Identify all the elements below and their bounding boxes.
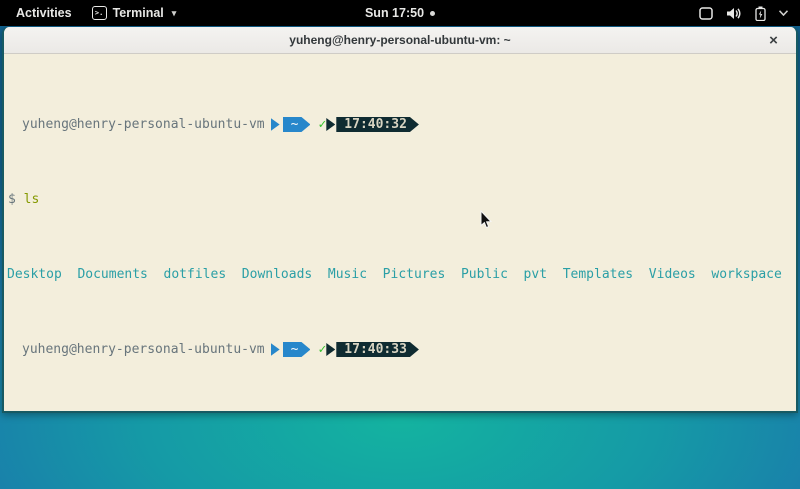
clock[interactable]: Sun 17:50: [365, 6, 424, 20]
terminal-window: yuheng@henry-personal-ubuntu-vm: ~ × yuh…: [2, 27, 798, 413]
terminal-content[interactable]: yuheng@henry-personal-ubuntu-vm ~ ✓ 17:4…: [4, 54, 796, 410]
powerline-arrow-icon: [326, 343, 335, 356]
command-line: $ ls: [4, 192, 796, 207]
notification-dot: [430, 11, 435, 16]
prompt-host: yuheng@henry-personal-ubuntu-vm: [22, 342, 265, 357]
activities-button[interactable]: Activities: [10, 4, 78, 22]
top-bar: Activities >. Terminal ▾ Sun 17:50: [0, 0, 800, 26]
typed-command: ls: [24, 192, 40, 207]
ls-output: Desktop Documents dotfiles Downloads Mus…: [4, 267, 796, 282]
cwd-segment: ~: [283, 342, 311, 357]
battery-charging-icon: [755, 6, 766, 21]
prompt-symbol: $: [8, 192, 24, 207]
volume-icon: [726, 7, 742, 20]
time-segment: 17:40:33: [336, 342, 419, 357]
powerline-arrow-icon: [271, 118, 280, 131]
app-menu-label: Terminal: [113, 6, 164, 20]
terminal-icon: >.: [92, 6, 107, 20]
screen-icon: [699, 7, 713, 20]
status-check-icon: ✓: [318, 342, 326, 357]
prompt-line-2: yuheng@henry-personal-ubuntu-vm ~ ✓ 17:4…: [4, 342, 796, 357]
chevron-down-icon: ▾: [172, 8, 177, 19]
title-bar[interactable]: yuheng@henry-personal-ubuntu-vm: ~ ×: [4, 27, 796, 54]
cwd-segment: ~: [283, 117, 311, 132]
time-segment: 17:40:32: [336, 117, 419, 132]
system-tray[interactable]: [699, 6, 800, 21]
chevron-down-icon: [779, 10, 788, 16]
prompt-line-1: yuheng@henry-personal-ubuntu-vm ~ ✓ 17:4…: [4, 117, 796, 132]
close-button[interactable]: ×: [763, 30, 784, 51]
powerline-arrow-icon: [271, 343, 280, 356]
powerline-arrow-icon: [326, 118, 335, 131]
prompt-host: yuheng@henry-personal-ubuntu-vm: [22, 117, 265, 132]
status-check-icon: ✓: [318, 117, 326, 132]
window-title: yuheng@henry-personal-ubuntu-vm: ~: [289, 33, 510, 47]
app-menu-terminal[interactable]: >. Terminal ▾: [92, 6, 177, 20]
